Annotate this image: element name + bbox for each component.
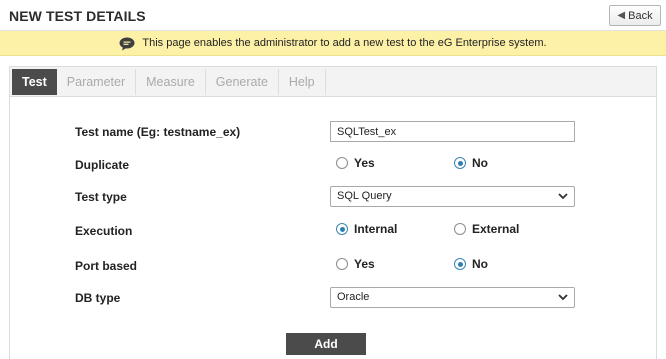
port-based-row: Port based Yes No (10, 255, 656, 277)
test-name-row: Test name (Eg: testname_ex) (10, 121, 656, 143)
test-type-label: Test type (75, 190, 127, 204)
page-header: NEW TEST DETAILS ◀ Back (0, 0, 666, 31)
test-details-panel: Test Parameter Measure Generate Help Tes… (9, 66, 657, 359)
execution-internal-radio[interactable] (336, 223, 348, 235)
duplicate-yes-label: Yes (354, 156, 375, 170)
add-button[interactable]: Add (286, 333, 366, 355)
duplicate-no-radio[interactable] (454, 157, 466, 169)
tab-help[interactable]: Help (278, 69, 326, 95)
tab-measure[interactable]: Measure (136, 69, 206, 95)
execution-internal-label: Internal (354, 222, 398, 236)
duplicate-label: Duplicate (75, 158, 130, 172)
back-button-label: Back (628, 9, 653, 22)
port-based-yes-label: Yes (354, 257, 375, 271)
port-based-no-radio[interactable] (454, 258, 466, 270)
execution-external-label: External (472, 222, 520, 236)
chevron-down-icon (557, 190, 569, 202)
test-type-row: Test type SQL Query (10, 186, 656, 208)
execution-external-option[interactable]: External (454, 222, 519, 236)
db-type-row: DB type Oracle (10, 287, 656, 309)
execution-label: Execution (75, 224, 133, 238)
back-arrow-icon: ◀ (617, 10, 626, 21)
info-bar: This page enables the administrator to a… (0, 31, 666, 56)
port-based-no-option[interactable]: No (454, 257, 488, 271)
port-based-yes-option[interactable]: Yes (336, 257, 375, 271)
execution-external-radio[interactable] (454, 223, 466, 235)
tab-generate[interactable]: Generate (205, 69, 279, 95)
duplicate-row: Duplicate Yes No (10, 154, 656, 176)
duplicate-yes-option[interactable]: Yes (336, 156, 375, 170)
tab-parameter[interactable]: Parameter (56, 69, 137, 95)
tab-bar: Test Parameter Measure Generate Help (10, 67, 656, 97)
info-message: This page enables the administrator to a… (142, 37, 547, 49)
db-type-select[interactable]: Oracle (330, 287, 575, 308)
port-based-label: Port based (75, 259, 138, 273)
execution-internal-option[interactable]: Internal (336, 222, 397, 236)
test-name-label: Test name (Eg: testname_ex) (75, 125, 241, 139)
execution-row: Execution Internal External (10, 220, 656, 242)
chevron-down-icon (557, 291, 569, 303)
test-name-input[interactable] (330, 121, 575, 142)
tab-test[interactable]: Test (12, 69, 57, 95)
duplicate-yes-radio[interactable] (336, 157, 348, 169)
port-based-yes-radio[interactable] (336, 258, 348, 270)
test-type-value: SQL Query (337, 190, 392, 202)
test-type-select[interactable]: SQL Query (330, 186, 575, 207)
back-button[interactable]: ◀ Back (609, 5, 661, 26)
duplicate-no-label: No (472, 156, 488, 170)
chat-bubble-icon (119, 37, 135, 50)
page-title: NEW TEST DETAILS (9, 8, 146, 24)
duplicate-no-option[interactable]: No (454, 156, 488, 170)
port-based-no-label: No (472, 257, 488, 271)
db-type-label: DB type (75, 291, 121, 305)
db-type-value: Oracle (337, 291, 370, 303)
